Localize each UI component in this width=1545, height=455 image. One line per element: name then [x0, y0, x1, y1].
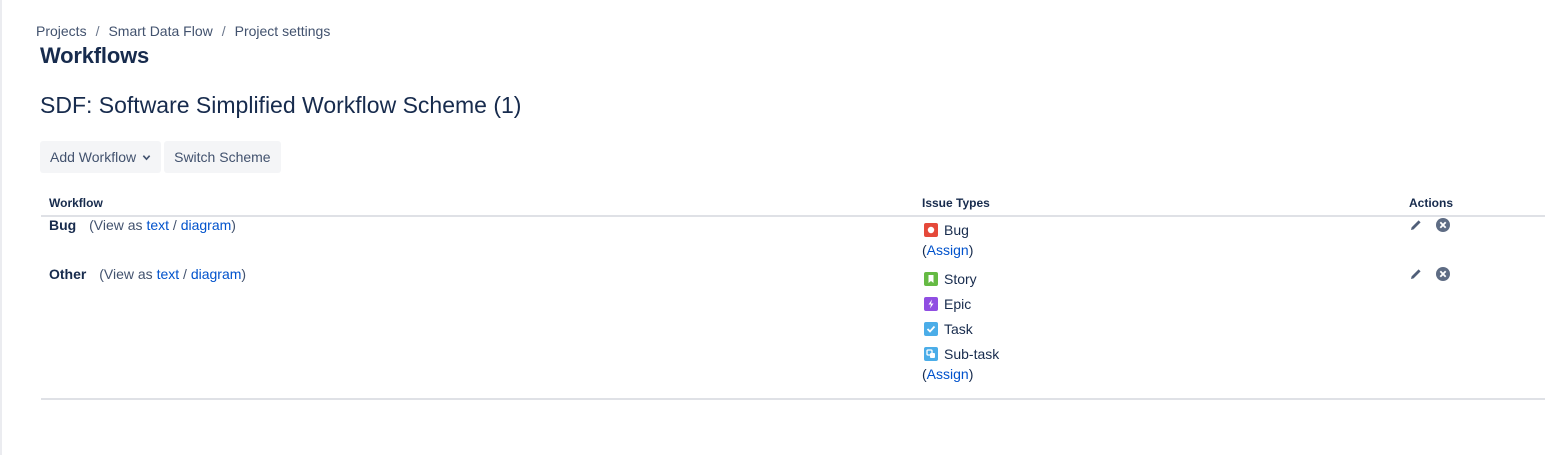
assign-close-paren: )	[968, 242, 974, 258]
workflow-table: Workflow Issue Types Actions Bug (View a…	[41, 190, 1545, 400]
actions-cell	[1401, 216, 1545, 266]
issue-type-label: Bug	[944, 221, 969, 238]
assign-link[interactable]: Assign	[927, 366, 969, 382]
issue-types-cell: Bug (Assign)	[914, 216, 1401, 266]
issue-type-item: Epic	[922, 291, 1393, 316]
issue-type-label: Story	[944, 270, 977, 287]
workflow-cell: Bug (View as text / diagram)	[41, 216, 914, 266]
table-row: Bug (View as text / diagram) Bug (Assign…	[41, 216, 1545, 266]
view-diagram-link[interactable]: diagram	[181, 217, 232, 233]
view-as-suffix: )	[241, 266, 247, 282]
view-link-separator: /	[172, 217, 177, 233]
issue-type-label: Task	[944, 320, 973, 337]
view-diagram-link[interactable]: diagram	[191, 266, 242, 282]
breadcrumb-project-settings[interactable]: Project settings	[235, 21, 331, 41]
assign-wrapper: (Assign)	[922, 366, 1393, 390]
page-title: Workflows	[40, 43, 150, 68]
issue-types-cell: Story Epic Task Sub-task (Assign)	[914, 266, 1401, 400]
table-row: Other (View as text / diagram) Story Epi…	[41, 266, 1545, 400]
issue-type-item: Story	[922, 266, 1393, 291]
assign-close-paren: )	[968, 366, 974, 382]
epic-icon	[924, 296, 938, 311]
switch-scheme-button[interactable]: Switch Scheme	[164, 141, 281, 173]
add-workflow-button[interactable]: Add Workflow	[40, 141, 162, 173]
workflow-name: Bug	[49, 217, 77, 233]
breadcrumb-separator: /	[221, 23, 226, 39]
view-link-separator: /	[183, 266, 187, 282]
breadcrumb-projects[interactable]: Projects	[36, 21, 87, 41]
scheme-title: SDF: Software Simplified Workflow Scheme…	[40, 92, 522, 118]
edit-icon[interactable]	[1409, 218, 1423, 232]
header-issue-types: Issue Types	[914, 190, 1401, 217]
workflow-cell: Other (View as text / diagram)	[41, 266, 914, 400]
left-edge-border	[0, 0, 2, 455]
subtask-icon	[924, 346, 938, 361]
assign-wrapper: (Assign)	[922, 242, 1393, 266]
task-icon	[924, 321, 938, 336]
add-workflow-label: Add Workflow	[50, 149, 137, 165]
workflow-name: Other	[49, 266, 87, 282]
breadcrumb: Projects / Smart Data Flow / Project set…	[36, 21, 330, 41]
edit-icon[interactable]	[1409, 267, 1423, 281]
view-text-link[interactable]: text	[146, 217, 169, 233]
table-header-row: Workflow Issue Types Actions	[41, 190, 1545, 217]
chevron-down-icon	[142, 154, 151, 160]
delete-icon[interactable]	[1435, 217, 1451, 233]
view-text-link[interactable]: text	[157, 266, 180, 282]
issue-type-label: Sub-task	[944, 345, 1000, 362]
actions-cell	[1401, 266, 1545, 400]
issue-type-label: Epic	[944, 295, 972, 312]
view-as-prefix: (View as	[99, 266, 153, 282]
header-workflow: Workflow	[41, 190, 914, 217]
breadcrumb-smart-data-flow[interactable]: Smart Data Flow	[108, 21, 212, 41]
bug-icon	[924, 222, 938, 237]
view-as-prefix: (View as	[89, 217, 143, 233]
assign-link[interactable]: Assign	[927, 242, 969, 258]
story-icon	[924, 271, 938, 286]
issue-type-item: Sub-task	[922, 341, 1393, 366]
breadcrumb-separator: /	[95, 23, 100, 39]
toolbar: Add Workflow Switch Scheme	[40, 141, 281, 173]
view-as-suffix: )	[231, 217, 236, 233]
issue-type-item: Task	[922, 316, 1393, 341]
issue-type-item: Bug	[922, 217, 1393, 242]
header-actions: Actions	[1401, 190, 1545, 217]
delete-icon[interactable]	[1435, 266, 1451, 282]
